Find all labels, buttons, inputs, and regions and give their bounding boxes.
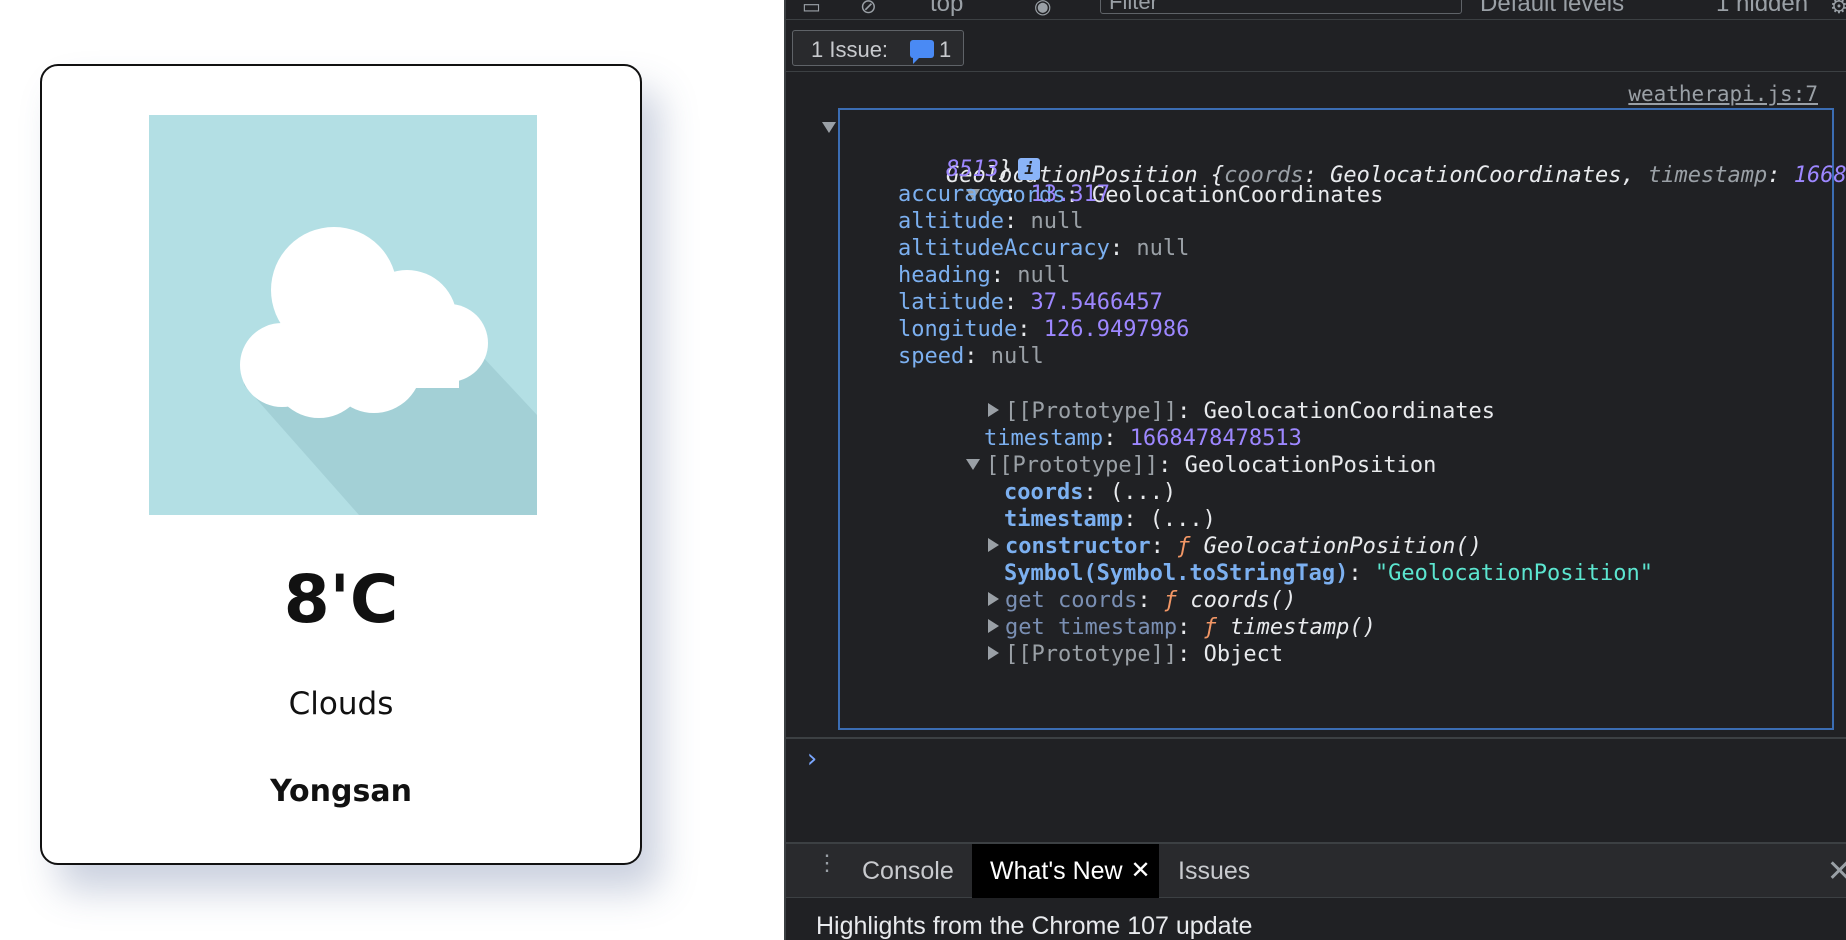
field-value: 126.9497986 (1043, 317, 1190, 342)
field-value: null (1017, 263, 1071, 288)
settings-gear-icon[interactable]: ⚙ (1830, 0, 1846, 19)
issues-count: 1 (939, 37, 952, 62)
filter-placeholder: Filter (1109, 0, 1158, 14)
issues-bar: 1 Issue: 1 (786, 22, 1846, 72)
whats-new-heading: Highlights from the Chrome 107 update (816, 912, 1253, 940)
coords-field-row: accuracy: 13.317 (898, 182, 1110, 207)
field-key: longitude (898, 317, 1018, 342)
field-key: latitude (898, 290, 1004, 315)
get-timestamp-row[interactable]: get timestamp: ƒ timestamp() (882, 586, 1376, 640)
weather-page: 8'C Clouds Yongsan (0, 0, 784, 940)
tab-whats-new[interactable]: What's New ✕ (972, 844, 1159, 898)
coords-prototype-row[interactable]: [[Prototype]]: GeolocationCoordinates (882, 370, 1495, 424)
prototype-key: [[Prototype]] (1004, 642, 1178, 667)
close-tab-icon[interactable]: ✕ (1130, 844, 1150, 898)
weather-image (149, 115, 537, 515)
coords-field-row: altitudeAccuracy: null (898, 236, 1190, 261)
header-timestamp-value: 166847847 (1793, 163, 1846, 188)
issue-message-icon (910, 40, 934, 64)
coords-row[interactable]: coords: GeolocationCoordinates (860, 154, 1383, 208)
sidebar-toggle-icon[interactable]: ▭ (802, 0, 821, 19)
symbol-value: "GeolocationPosition" (1374, 561, 1653, 586)
coords-type: GeolocationCoordinates (1091, 183, 1384, 208)
field-value: null (1030, 209, 1084, 234)
tab-console[interactable]: Console (862, 844, 954, 898)
prototype-value: GeolocationPosition (1184, 453, 1437, 478)
clear-console-icon[interactable]: ⊘ (860, 0, 877, 19)
eye-icon[interactable]: ◉ (1034, 0, 1051, 19)
coords-field-row: heading: null (898, 263, 1071, 288)
devtools-drawer: ⋮ Console What's New ✕ Issues ✕ Highligh… (786, 842, 1846, 940)
issues-label: 1 Issue: (811, 37, 889, 62)
weather-condition: Clouds (288, 686, 394, 722)
city-name: Yongsan (270, 774, 412, 809)
coords-field-row: latitude: 37.5466457 (898, 290, 1163, 315)
object-prototype-row[interactable]: [[Prototype]]: Object (882, 613, 1283, 667)
hidden-count: 1 hidden (1716, 0, 1809, 17)
cloud-icon (240, 227, 537, 515)
tab-issues[interactable]: Issues (1178, 844, 1250, 898)
position-prototype-row[interactable]: [[Prototype]]: GeolocationPosition (860, 424, 1436, 478)
getter-coords-row[interactable]: coords: (...) (898, 451, 1176, 505)
field-key: accuracy (898, 182, 1004, 207)
weather-card: 8'C Clouds Yongsan (40, 64, 642, 865)
field-key: altitude (898, 209, 1004, 234)
console-toolbar: ▭ ⊘ top ◉ Filter Default levels 1 hidden… (786, 0, 1846, 20)
field-value: null (1136, 236, 1190, 261)
header-timestamp-key: timestamp (1648, 163, 1768, 188)
devtools-panel: ▭ ⊘ top ◉ Filter Default levels 1 hidden… (784, 0, 1846, 940)
log-levels-select[interactable]: Default levels (1480, 0, 1624, 18)
timestamp-row: timestamp: 1668478478513 (983, 426, 1302, 451)
context-select[interactable]: top (930, 0, 963, 18)
tab-whats-new-label: What's New (990, 857, 1123, 885)
get-coords-row[interactable]: get coords: ƒ coords() (882, 559, 1296, 613)
expand-triangle-icon[interactable] (822, 122, 836, 133)
field-key: heading (898, 263, 991, 288)
field-value: 37.5466457 (1030, 290, 1163, 315)
geolocation-log-entry: GeolocationPosition {coords: Geolocation… (822, 108, 1846, 730)
close-drawer-icon[interactable]: ✕ (1827, 854, 1846, 889)
console-output: weatherapi.js:7 GeolocationPosition {coo… (786, 72, 1846, 774)
coords-field-row: altitude: null (898, 209, 1084, 234)
symbol-row: Symbol(Symbol.toStringTag): "Geolocation… (1003, 561, 1653, 586)
temperature: 8'C (283, 561, 399, 638)
constructor-row[interactable]: constructor: ƒ GeolocationPosition() (882, 505, 1482, 559)
field-key: speed (898, 344, 965, 369)
prototype-value: Object (1203, 642, 1284, 667)
field-value: null (990, 344, 1044, 369)
filter-input[interactable]: Filter (1100, 0, 1462, 14)
field-key: altitudeAccuracy (898, 236, 1110, 261)
issues-button[interactable]: 1 Issue: 1 (792, 30, 964, 66)
collapsed-triangle-icon[interactable] (987, 646, 999, 660)
more-tabs-icon[interactable]: ⋮ (816, 852, 838, 874)
console-prompt-icon[interactable]: › (804, 744, 820, 774)
coords-field-row: speed: null (898, 344, 1044, 369)
coords-field-row: longitude: 126.9497986 (898, 317, 1190, 342)
console-divider (786, 737, 1846, 739)
getter-timestamp-row[interactable]: timestamp: (...) (898, 478, 1216, 532)
source-link[interactable]: weatherapi.js:7 (1628, 82, 1818, 106)
field-value: 13.317 (1030, 182, 1110, 207)
drawer-tabbar: ⋮ Console What's New ✕ Issues ✕ (786, 844, 1846, 898)
